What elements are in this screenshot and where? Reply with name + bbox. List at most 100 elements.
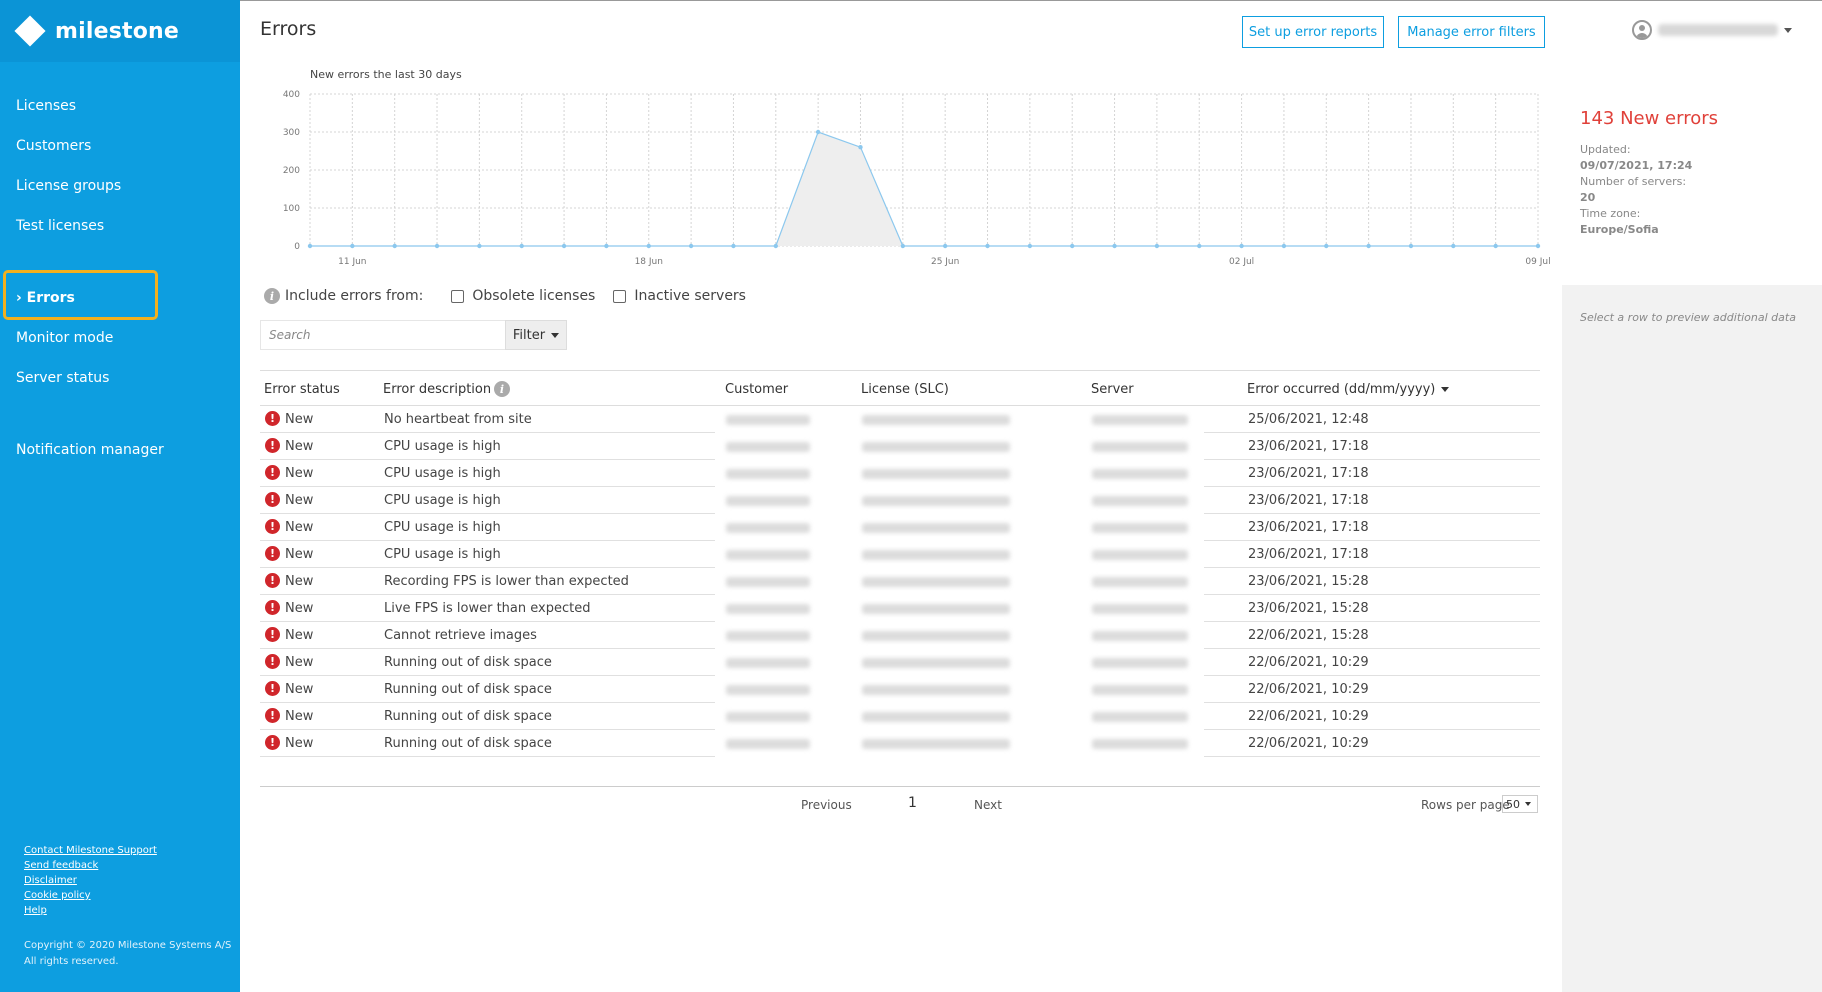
data-point — [1366, 243, 1371, 249]
sidebar-item-license-groups[interactable]: License groups — [16, 178, 121, 194]
error-occurred: 22/06/2021, 10:29 — [1248, 736, 1369, 751]
table-row[interactable]: ! New No heartbeat from site 25/06/2021, 12… — [260, 406, 1540, 433]
col-license[interactable]: License (SLC) — [861, 382, 949, 397]
license-redacted — [862, 442, 1010, 452]
sort-desc-icon[interactable] — [1441, 387, 1449, 392]
info-icon[interactable]: i — [494, 381, 510, 397]
setup-error-reports-button[interactable]: Set up error reports — [1242, 16, 1384, 48]
table-row[interactable]: ! New Cannot retrieve images 22/06/2021, 15… — [260, 622, 1540, 649]
sidebar-item-licenses[interactable]: Licenses — [16, 98, 76, 114]
data-point — [1112, 243, 1117, 249]
table-row[interactable]: ! New CPU usage is high 23/06/2021, 17:18 — [260, 514, 1540, 541]
manage-error-filters-button[interactable]: Manage error filters — [1398, 16, 1545, 48]
error-status: New — [285, 628, 314, 643]
previous-page-button[interactable]: Previous — [801, 798, 852, 812]
error-icon: ! — [265, 708, 280, 723]
license-redacted — [862, 604, 1010, 614]
send-feedback-link[interactable]: Send feedback — [24, 858, 157, 873]
col-customer[interactable]: Customer — [725, 382, 788, 397]
license-redacted — [862, 496, 1010, 506]
col-error-description[interactable]: Error description — [383, 382, 491, 397]
error-description: CPU usage is high — [384, 439, 501, 454]
data-point — [985, 243, 990, 249]
search-input[interactable]: Search — [260, 320, 505, 350]
next-page-button[interactable]: Next — [974, 798, 1002, 812]
data-point — [1281, 243, 1287, 249]
sidebar-item-test-licenses[interactable]: Test licenses — [16, 218, 104, 234]
table-row[interactable]: ! New Running out of disk space 22/06/2021,… — [260, 649, 1540, 676]
info-icon[interactable]: i — [264, 288, 280, 304]
sidebar-item-errors[interactable]: › Errors — [16, 290, 75, 306]
table-row[interactable]: ! New Live FPS is lower than expected 23/06… — [260, 595, 1540, 622]
error-icon: ! — [265, 735, 280, 750]
data-point — [942, 243, 948, 249]
error-status: New — [285, 682, 314, 697]
data-point — [1451, 243, 1456, 249]
rows-per-page-select[interactable]: 50 — [1502, 795, 1538, 813]
inactive-servers-checkbox[interactable] — [613, 289, 627, 303]
table-row[interactable]: ! New CPU usage is high 23/06/2021, 17:18 — [260, 433, 1540, 460]
filter-button[interactable]: Filter — [505, 320, 567, 350]
data-point — [1535, 243, 1541, 249]
row-divider — [1204, 756, 1540, 757]
x-tick-label: 25 Jun — [931, 257, 959, 267]
data-point — [1239, 243, 1244, 249]
copyright-line-2: All rights reserved. — [24, 956, 119, 967]
sidebar-item-customers[interactable]: Customers — [16, 138, 91, 154]
license-redacted — [862, 658, 1010, 668]
customer-redacted — [726, 442, 810, 452]
sidebar-item-notification-manager[interactable]: Notification manager — [16, 442, 164, 458]
data-point — [1408, 243, 1414, 249]
data-point — [392, 243, 397, 249]
table-row[interactable]: ! New CPU usage is high 23/06/2021, 17:18 — [260, 460, 1540, 487]
col-server[interactable]: Server — [1091, 382, 1134, 397]
milestone-logo-icon — [14, 15, 46, 47]
chart-series-line — [310, 131, 1538, 247]
user-menu[interactable] — [1632, 20, 1792, 40]
include-errors-label: Include errors from: — [285, 288, 424, 304]
license-redacted — [862, 712, 1010, 722]
copyright-line-1: Copyright © 2020 Milestone Systems A/S — [24, 940, 232, 951]
current-page[interactable]: 1 — [908, 795, 917, 811]
table-row[interactable]: ! New CPU usage is high 23/06/2021, 17:18 — [260, 541, 1540, 568]
brand-name: milestone — [55, 18, 180, 44]
table-row[interactable]: ! New Running out of disk space 22/06/2021,… — [260, 676, 1540, 703]
disclaimer-link[interactable]: Disclaimer — [24, 873, 157, 888]
sidebar-item-server-status[interactable]: Server status — [16, 370, 109, 386]
contact-support-link[interactable]: Contact Milestone Support — [24, 843, 157, 858]
include-filters: i Include errors from: Obsolete licenses… — [264, 288, 746, 304]
obsolete-licenses-checkbox[interactable] — [451, 289, 465, 303]
sidebar-item-monitor-mode[interactable]: Monitor mode — [16, 330, 113, 346]
table-row[interactable]: ! New Running out of disk space 22/06/2021,… — [260, 703, 1540, 730]
logo[interactable]: milestone — [0, 0, 240, 62]
chart-title: New errors the last 30 days — [310, 68, 462, 81]
data-point — [1154, 243, 1160, 249]
table-row[interactable]: ! New Running out of disk space 22/06/2021,… — [260, 730, 1540, 757]
error-occurred: 23/06/2021, 17:18 — [1248, 520, 1369, 535]
table-row[interactable]: ! New CPU usage is high 23/06/2021, 17:18 — [260, 487, 1540, 514]
error-description: Recording FPS is lower than expected — [384, 574, 629, 589]
page-title: Errors — [260, 18, 317, 40]
server-redacted — [1092, 712, 1188, 722]
server-redacted — [1092, 577, 1188, 587]
error-status: New — [285, 574, 314, 589]
col-error-status[interactable]: Error status — [264, 382, 340, 397]
error-description: Running out of disk space — [384, 709, 552, 724]
server-redacted — [1092, 658, 1188, 668]
error-status: New — [285, 736, 314, 751]
server-redacted — [1092, 631, 1188, 641]
server-redacted — [1092, 496, 1188, 506]
chevron-down-icon — [1784, 27, 1792, 33]
error-summary: 143 New errors Updated: 09/07/2021, 17:2… — [1580, 108, 1718, 239]
chart-area — [310, 132, 1538, 246]
customer-redacted — [726, 523, 810, 533]
table-row[interactable]: ! New Recording FPS is lower than expected… — [260, 568, 1540, 595]
cookie-policy-link[interactable]: Cookie policy — [24, 888, 157, 903]
data-point — [350, 243, 355, 249]
table-body: ! New No heartbeat from site 25/06/2021, 12… — [260, 406, 1540, 757]
y-tick-label: 300 — [283, 128, 300, 138]
help-link[interactable]: Help — [24, 903, 157, 918]
col-error-occurred[interactable]: Error occurred (dd/mm/yyyy) — [1247, 382, 1435, 397]
customer-redacted — [726, 658, 810, 668]
x-tick-label: 11 Jun — [338, 257, 366, 267]
